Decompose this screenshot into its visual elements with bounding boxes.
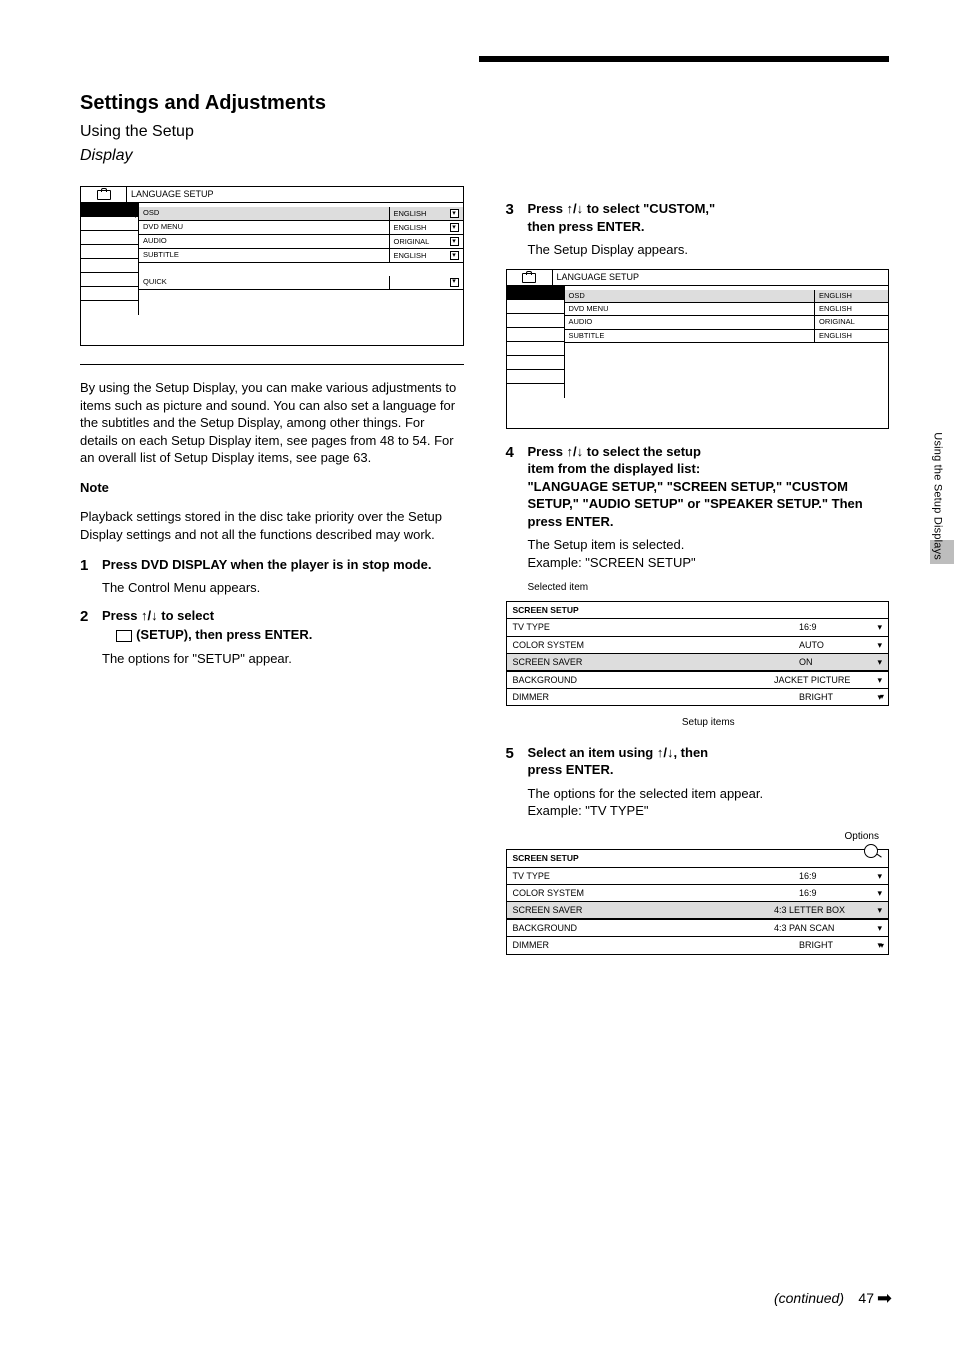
step-3: 3 Press ↑/↓ to select "CUSTOM," then pre…	[506, 200, 890, 259]
intro-paragraph: By using the Setup Display, you can make…	[80, 379, 464, 467]
screen-setup-panel-b: SCREEN SETUP TV TYPE16:9▾ COLOR SYSTEM16…	[506, 849, 890, 954]
side-label: Using the Setup Displays	[930, 432, 945, 560]
chevron-down-icon: ▾	[450, 278, 459, 287]
setup-row: OSD ENGLISH▾	[139, 207, 463, 221]
side-cat	[81, 273, 138, 287]
continued: (continued)	[774, 1289, 844, 1308]
screen-setup-panel-a: SCREEN SETUP TV TYPE16:9▾ COLOR SYSTEMAU…	[506, 601, 890, 706]
setup-title: LANGUAGE SETUP	[553, 270, 889, 285]
side-cat	[81, 259, 138, 273]
chevron-down-icon: ▾	[877, 656, 882, 668]
left-column: Settings and Adjustments Using the Setup…	[80, 50, 464, 965]
section-heading: Settings and Adjustments	[80, 90, 464, 117]
note-paragraph: Playback settings stored in the disc tak…	[80, 508, 464, 543]
side-cat	[507, 384, 564, 398]
toolbox-icon	[97, 190, 111, 200]
step-2: 2 Press ↑/↓ to select (SETUP), then pres…	[80, 607, 464, 668]
column-rule	[80, 364, 464, 365]
setup-row: OSD ENGLISH	[565, 290, 889, 303]
top-rule	[479, 56, 889, 62]
panelB-label: Options	[528, 830, 890, 844]
page-number: 47	[858, 1289, 874, 1308]
side-cat	[81, 301, 138, 315]
subtitle-1: Using the Setup	[80, 121, 464, 143]
scroll-down-icon: ▾	[880, 941, 884, 952]
panelA-label: Selected item	[528, 581, 890, 595]
setup-display-mock: LANGUAGE SETUP OSD ENGLISH▾ DVD	[80, 186, 464, 346]
chevron-down-icon: ▾	[450, 223, 459, 232]
toolbox-icon	[522, 273, 536, 283]
chevron-down-icon: ▾	[450, 251, 459, 260]
continued-arrow-icon: ➡	[877, 1286, 892, 1310]
setup-title: LANGUAGE SETUP	[127, 187, 463, 202]
setup-row: DVD MENU ENGLISH	[565, 303, 889, 316]
setup-row: AUDIO ORIGINAL▾	[139, 235, 463, 249]
side-cat	[507, 370, 564, 384]
step-4: 4 Press ↑/↓ to select the setup item fro…	[506, 443, 890, 572]
side-cat	[81, 231, 138, 245]
chevron-down-icon: ▾	[877, 674, 882, 686]
setup-display-mock-2: LANGUAGE SETUP OSD ENGLISH DVD M	[506, 269, 890, 429]
scroll-down-icon: ▾	[880, 692, 884, 703]
side-cat	[507, 300, 564, 314]
chevron-down-icon: ▾	[877, 887, 882, 899]
step-5: 5 Select an item using ↑/↓, then press E…	[506, 744, 890, 820]
setup-row: SUBTITLE ENGLISH▾	[139, 249, 463, 263]
setup-row: DVD MENU ENGLISH▾	[139, 221, 463, 235]
chevron-down-icon: ▾	[450, 237, 459, 246]
chevron-down-icon: ▾	[450, 209, 459, 218]
panelA-caption: Setup items	[528, 716, 890, 730]
chevron-down-icon: ▾	[877, 922, 882, 934]
side-cat	[507, 356, 564, 370]
side-cat	[507, 314, 564, 328]
side-cat	[507, 328, 564, 342]
side-cat	[81, 217, 138, 231]
right-column: 3 Press ↑/↓ to select "CUSTOM," then pre…	[506, 50, 890, 965]
setup-row: QUICK ▾	[139, 276, 463, 290]
side-cat	[507, 342, 564, 356]
chevron-down-icon: ▾	[877, 639, 882, 651]
chevron-down-icon: ▾	[877, 870, 882, 882]
setup-row: SUBTITLE ENGLISH	[565, 330, 889, 343]
step-1: 1 Press DVD DISPLAY when the player is i…	[80, 556, 464, 597]
side-cat	[81, 245, 138, 259]
side-cat	[81, 203, 138, 217]
side-cat	[81, 287, 138, 301]
chevron-down-icon: ▾	[877, 904, 882, 916]
setup-row: AUDIO ORIGINAL	[565, 316, 889, 329]
chevron-down-icon: ▾	[877, 621, 882, 633]
note-heading: Note	[80, 479, 464, 497]
setup-row	[139, 263, 463, 275]
subtitle-2: Display	[80, 145, 464, 167]
side-cat	[507, 286, 564, 300]
